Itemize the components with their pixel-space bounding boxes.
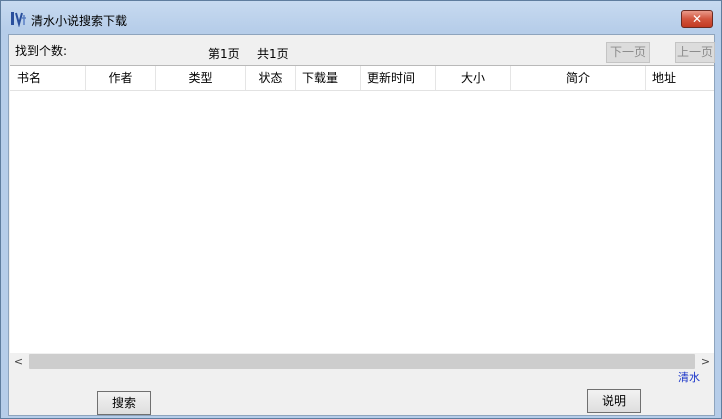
horizontal-scrollbar[interactable]: < > [10,353,714,370]
chevron-right-icon: > [700,355,711,368]
column-header-size[interactable]: 大小 [436,66,511,90]
column-header-updated[interactable]: 更新时间 [361,66,436,90]
scrollbar-thumb[interactable] [29,354,695,369]
column-header-status[interactable]: 状态 [246,66,296,90]
title-bar[interactable]: 清水小说搜索下载 ✕ [1,1,721,34]
next-page-button[interactable]: 下一页 [606,42,650,63]
current-page-label: 第1页 [208,47,240,61]
scroll-left-arrow[interactable]: < [10,353,27,370]
app-logo-icon [10,10,27,28]
scroll-right-arrow[interactable]: > [697,353,714,370]
column-header-downloads[interactable]: 下载量 [296,66,361,90]
column-header-author[interactable]: 作者 [86,66,156,90]
total-pages-label: 共1页 [257,47,289,61]
window-title: 清水小说搜索下载 [31,14,128,28]
close-icon: ✕ [691,12,703,26]
prev-page-button[interactable]: 上一页 [675,42,715,63]
search-button[interactable]: 搜索 [97,391,151,415]
column-header-type[interactable]: 类型 [156,66,246,90]
column-header-title[interactable]: 书名 [10,66,86,90]
column-header-address[interactable]: 地址 [646,66,714,90]
homepage-link[interactable]: 清水 [678,369,700,385]
chevron-left-icon: < [13,355,24,368]
app-window: 清水小说搜索下载 ✕ 找到个数: 第1页 共1页 下一页 上一页 书名 作者 类… [0,0,722,419]
column-header-summary[interactable]: 简介 [511,66,646,90]
found-count-label: 找到个数: [15,44,68,58]
help-button[interactable]: 说明 [587,389,641,413]
close-button[interactable]: ✕ [681,10,713,28]
main-panel: 找到个数: 第1页 共1页 下一页 上一页 书名 作者 类型 状态 下载量 更新… [8,34,715,416]
table-header: 书名 作者 类型 状态 下载量 更新时间 大小 简介 地址 [10,66,714,91]
results-table[interactable]: 书名 作者 类型 状态 下载量 更新时间 大小 简介 地址 [10,65,714,370]
